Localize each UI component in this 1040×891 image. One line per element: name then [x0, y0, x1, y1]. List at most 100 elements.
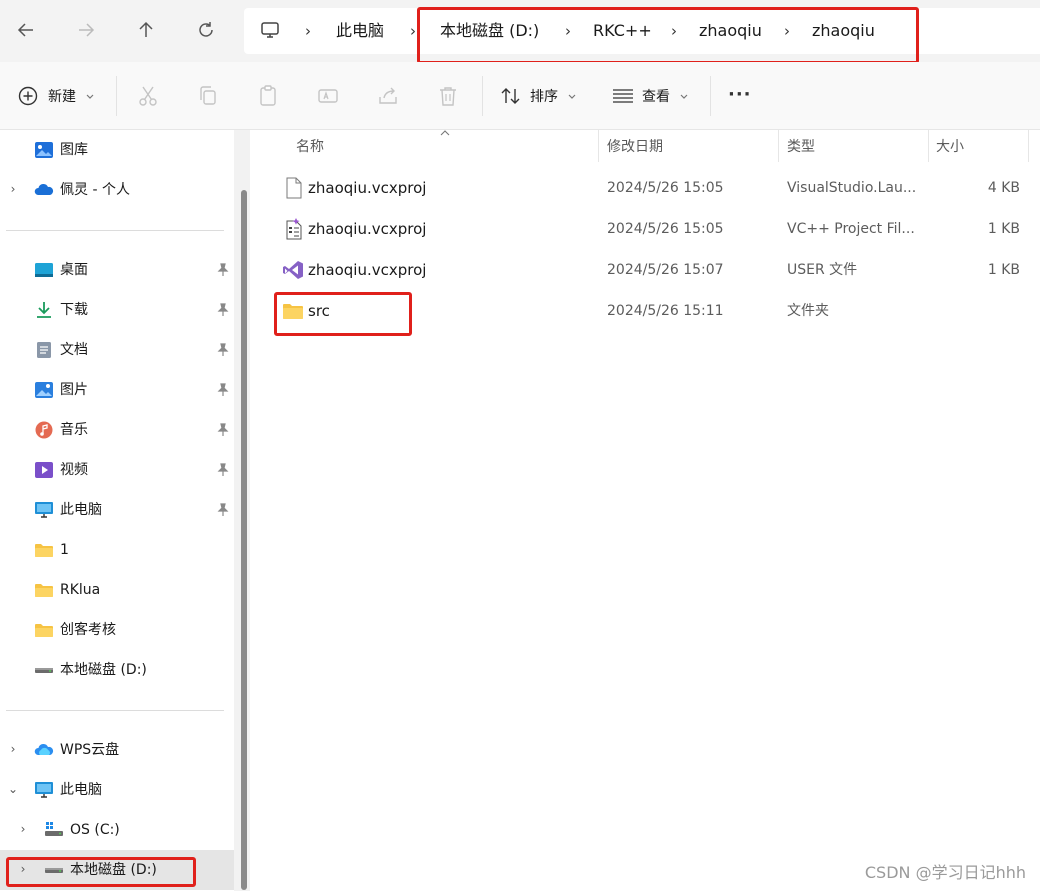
sidebar-item-onedrive[interactable]: › 佩灵 - 个人	[0, 170, 234, 210]
computer-icon	[35, 502, 53, 518]
column-header-date[interactable]: 修改日期	[607, 138, 663, 156]
forward-button[interactable]	[70, 14, 102, 46]
file-date: 2024/5/26 15:05	[607, 221, 724, 237]
sort-ascending-icon	[440, 130, 450, 136]
sidebar-item-drive-d-pinned[interactable]: 本地磁盘 (D:)	[0, 650, 234, 690]
chevron-right-icon[interactable]: ›	[16, 822, 30, 836]
toolbar-divider	[710, 76, 711, 116]
file-type: VC++ Project Fil...	[787, 221, 915, 237]
file-type: 文件夹	[787, 303, 829, 319]
sidebar-item-label: 视频	[60, 462, 88, 478]
documents-icon	[37, 342, 51, 358]
refresh-button[interactable]	[190, 14, 222, 46]
table-row[interactable]: zhaoqiu.vcxproj 2024/5/26 15:05 VisualSt…	[256, 168, 1040, 209]
column-divider[interactable]	[598, 130, 599, 162]
sidebar-item-label: 此电脑	[60, 502, 102, 518]
file-date: 2024/5/26 15:05	[607, 180, 724, 196]
sidebar-item-label: 桌面	[60, 262, 88, 278]
sidebar-item-folder-maker[interactable]: 创客考核	[0, 610, 234, 650]
pin-icon[interactable]	[216, 343, 230, 357]
chevron-right-icon[interactable]: ›	[6, 182, 20, 196]
view-button-label: 查看	[642, 89, 670, 105]
breadcrumb-separator: ›	[410, 22, 416, 40]
column-divider[interactable]	[928, 130, 929, 162]
pin-icon[interactable]	[216, 463, 230, 477]
breadcrumb-separator: ›	[305, 22, 311, 40]
back-button[interactable]	[10, 14, 42, 46]
sidebar-item-os-c[interactable]: › OS (C:)	[0, 810, 234, 850]
chevron-down-icon	[680, 94, 688, 99]
sidebar-item-videos[interactable]: 视频	[0, 450, 234, 490]
sidebar-item-gallery[interactable]: 图库	[0, 130, 234, 170]
command-bar: 新建 排序 查看 ···	[0, 62, 1040, 130]
watermark: CSDN @学习日记hhh	[864, 863, 1026, 882]
column-header-row: 名称 修改日期 类型 大小	[256, 130, 1040, 162]
sidebar-scrollbar-thumb[interactable]	[241, 190, 247, 890]
sidebar-item-label: 1	[60, 542, 69, 558]
pin-icon[interactable]	[216, 423, 230, 437]
folder-icon	[35, 584, 53, 597]
column-divider[interactable]	[778, 130, 779, 162]
delete-icon[interactable]	[436, 84, 460, 108]
more-options-button[interactable]: ···	[728, 84, 752, 105]
copy-icon[interactable]	[196, 84, 220, 108]
column-header-name[interactable]: 名称	[296, 138, 324, 156]
sidebar-item-label: 图库	[60, 142, 88, 158]
file-type: VisualStudio.Lau...	[787, 180, 917, 196]
chevron-down-icon[interactable]: ⌄	[6, 782, 20, 796]
sidebar-item-this-pc[interactable]: ⌄ 此电脑	[0, 770, 234, 810]
cut-icon[interactable]	[136, 84, 160, 108]
sidebar-item-pictures[interactable]: 图片	[0, 370, 234, 410]
music-icon	[35, 421, 53, 439]
sidebar-divider	[6, 710, 224, 711]
up-button[interactable]	[130, 14, 162, 46]
sidebar-item-downloads[interactable]: 下载	[0, 290, 234, 330]
table-row[interactable]: zhaoqiu.vcxproj 2024/5/26 15:07 USER 文件 …	[256, 250, 1040, 291]
sidebar-item-desktop[interactable]: 桌面	[0, 250, 234, 290]
sort-button-label: 排序	[530, 89, 558, 105]
chevron-down-icon	[568, 94, 576, 99]
sidebar-item-label: 佩灵 - 个人	[60, 182, 130, 198]
plus-circle-icon	[18, 86, 38, 106]
sidebar-item-label: 文档	[60, 342, 88, 358]
breadcrumb-item-this-pc[interactable]: 此电脑	[336, 21, 384, 41]
chevron-right-icon[interactable]: ›	[6, 742, 20, 756]
sidebar-item-wps-cloud[interactable]: › WPS云盘	[0, 730, 234, 770]
refresh-icon	[199, 22, 213, 37]
view-button[interactable]: 查看	[604, 72, 700, 120]
file-size: 4 KB	[987, 180, 1020, 196]
new-button[interactable]: 新建	[10, 72, 102, 120]
sidebar-item-label: RKlua	[60, 582, 101, 598]
sidebar-item-label: 创客考核	[60, 622, 116, 638]
pin-icon[interactable]	[216, 503, 230, 517]
os-drive-icon	[45, 822, 63, 836]
folder-icon	[35, 624, 53, 637]
sidebar-item-label: 下载	[60, 302, 88, 318]
rename-icon[interactable]	[316, 84, 340, 108]
sidebar-item-music[interactable]: 音乐	[0, 410, 234, 450]
sidebar-item-folder-1[interactable]: 1	[0, 530, 234, 570]
sort-button[interactable]: 排序	[494, 72, 590, 120]
paste-icon[interactable]	[256, 84, 280, 108]
sidebar-item-this-pc-pinned[interactable]: 此电脑	[0, 490, 234, 530]
sidebar-item-folder-rklua[interactable]: RKlua	[0, 570, 234, 610]
sidebar-item-documents[interactable]: 文档	[0, 330, 234, 370]
highlight-box-drive-d	[6, 857, 196, 887]
pin-icon[interactable]	[216, 263, 230, 277]
sidebar-item-label: 音乐	[60, 422, 88, 438]
table-row[interactable]: zhaoqiu.vcxproj 2024/5/26 15:05 VC++ Pro…	[256, 209, 1040, 250]
column-divider[interactable]	[1028, 130, 1029, 162]
pin-icon[interactable]	[216, 303, 230, 317]
column-header-size[interactable]: 大小	[936, 138, 964, 156]
file-name: zhaoqiu.vcxproj	[308, 261, 427, 279]
cloud-icon	[34, 743, 54, 755]
sidebar-item-label: 图片	[60, 382, 88, 398]
file-type: USER 文件	[787, 262, 858, 278]
visual-studio-icon	[283, 261, 303, 279]
videos-icon	[35, 462, 53, 478]
sort-icon	[501, 88, 520, 104]
computer-icon	[261, 22, 279, 38]
pin-icon[interactable]	[216, 383, 230, 397]
column-header-type[interactable]: 类型	[787, 138, 815, 156]
share-icon[interactable]	[376, 84, 400, 108]
